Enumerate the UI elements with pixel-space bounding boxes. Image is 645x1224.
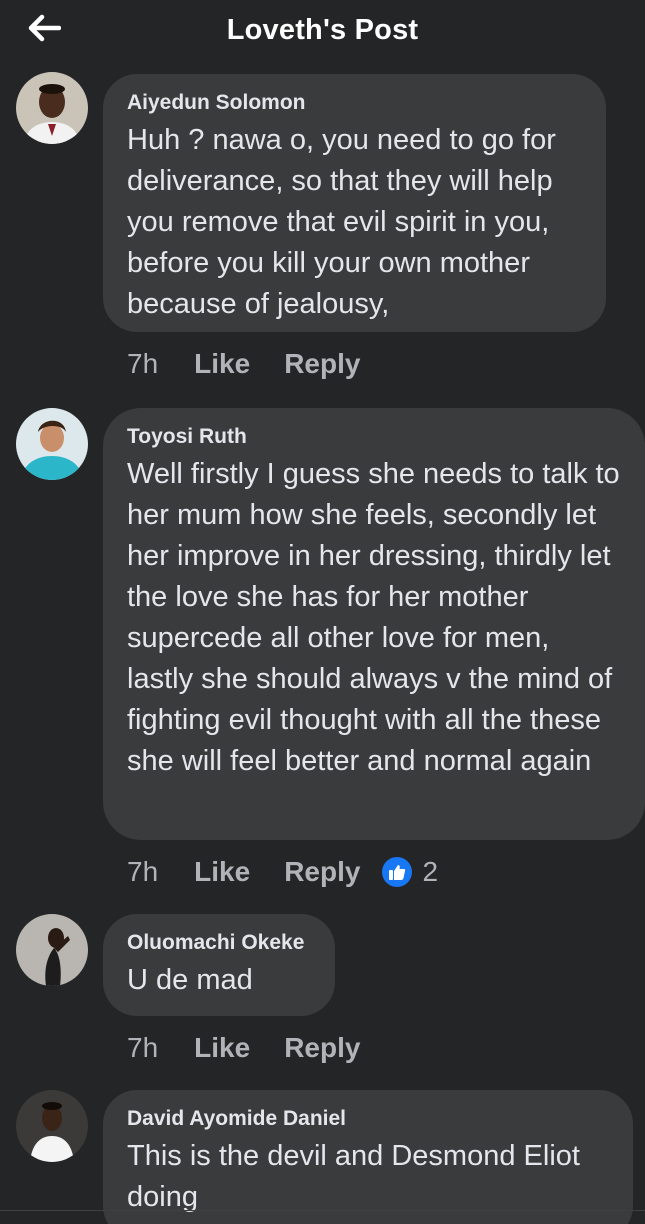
like-button[interactable]: Like [194, 1032, 250, 1064]
comment-text: Well firstly I guess she needs to talk t… [127, 458, 620, 777]
comment-list[interactable]: Aiyedun Solomon Huh ? nawa o, you need t… [0, 66, 645, 1224]
like-button[interactable]: Like [194, 348, 250, 380]
comment-bubble[interactable]: Toyosi Ruth Well firstly I guess she nee… [103, 408, 645, 840]
comment-time[interactable]: 7h [127, 348, 158, 380]
avatar[interactable] [16, 72, 88, 144]
comment-time[interactable]: 7h [127, 1032, 158, 1064]
like-button[interactable]: Like [194, 856, 250, 888]
reply-button[interactable]: Reply [284, 1032, 360, 1064]
top-bar: Loveth's Post [0, 0, 645, 66]
comment-bubble[interactable]: Aiyedun Solomon Huh ? nawa o, you need t… [103, 74, 606, 332]
comment-bubble[interactable]: Oluomachi Okeke U de mad [103, 914, 335, 1016]
comment-author[interactable]: Aiyedun Solomon [127, 90, 582, 116]
comment-actions: 7h Like Reply [127, 1028, 394, 1068]
comment-author[interactable]: David Ayomide Daniel [127, 1106, 609, 1132]
comment-actions: 7h Like Reply [127, 344, 394, 384]
comment-actions: 7h Like Reply 2 [127, 852, 438, 892]
comment-text: This is the devil and Desmond Eliot doin… [127, 1140, 580, 1213]
thumbs-up-icon [382, 857, 413, 887]
reaction-count: 2 [422, 856, 439, 887]
comment-time[interactable]: 7h [127, 856, 158, 888]
comment-text: Huh ? nawa o, you need to go for deliver… [127, 124, 556, 320]
reply-button[interactable]: Reply [284, 856, 360, 888]
divider [0, 1210, 645, 1211]
comment-author[interactable]: Toyosi Ruth [127, 424, 621, 450]
reply-button[interactable]: Reply [284, 348, 360, 380]
avatar[interactable] [16, 408, 88, 480]
page-title: Loveth's Post [226, 14, 419, 46]
comment-bubble[interactable]: David Ayomide Daniel This is the devil a… [103, 1090, 633, 1224]
avatar[interactable] [16, 914, 88, 986]
reaction-summary[interactable]: 2 [382, 856, 438, 888]
comment-author[interactable]: Oluomachi Okeke [127, 930, 311, 956]
comment-text: U de mad [127, 964, 253, 996]
avatar[interactable] [16, 1090, 88, 1162]
